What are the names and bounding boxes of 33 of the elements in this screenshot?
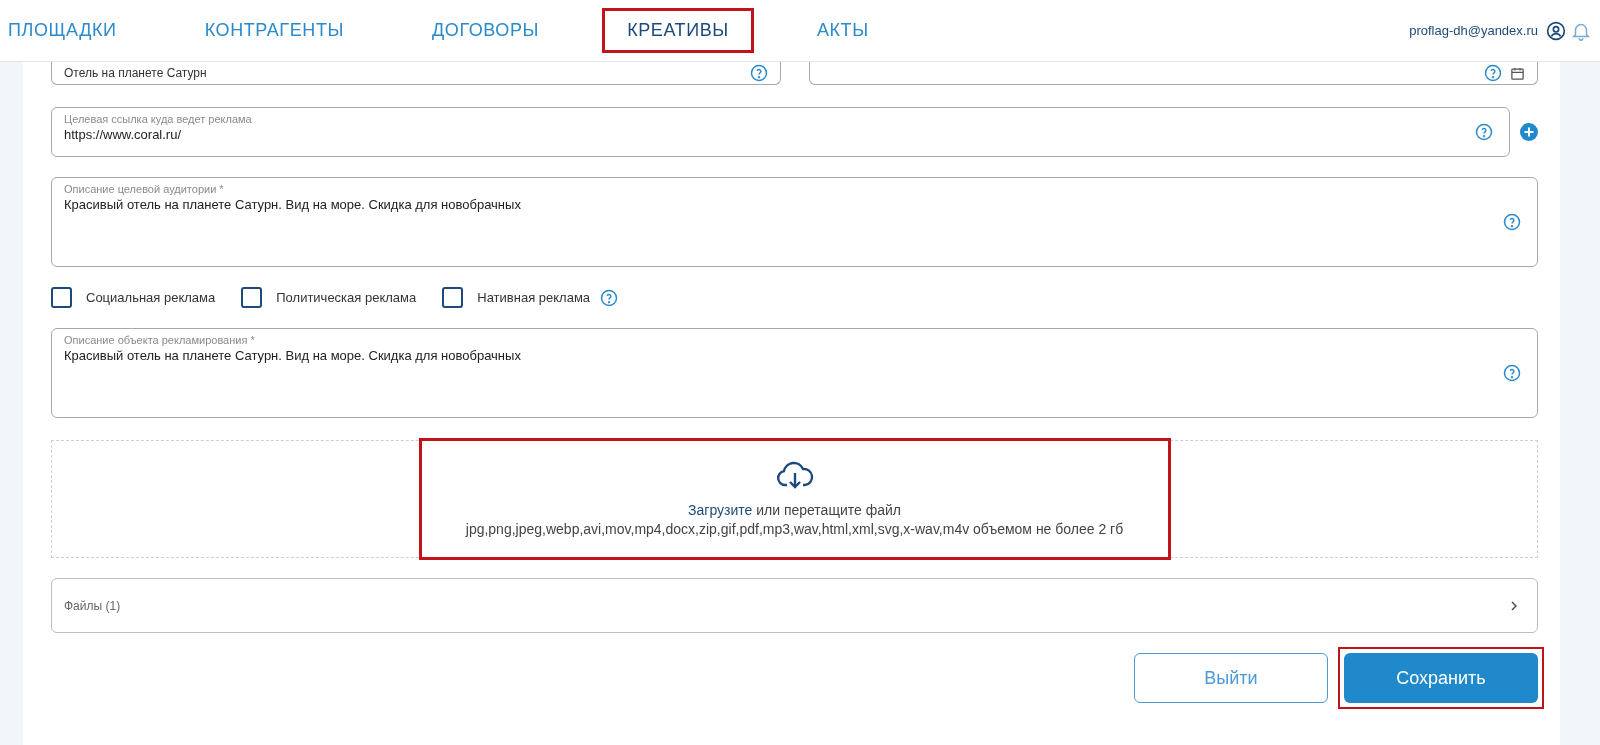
audience-textarea[interactable]: Описание целевой аудитории * Красивый отель на планете Сатурн. Вид на море. Скидка для новобрачных (51, 177, 1538, 267)
checkbox-label: Социальная реклама (86, 290, 216, 305)
nav-tab[interactable]: АКТЫ (794, 11, 891, 50)
nav-tab[interactable]: КОНТРАГЕНТЫ (182, 11, 367, 50)
help-icon[interactable] (1503, 213, 1521, 231)
nav-tab[interactable]: ПЛОЩАДКИ (8, 11, 139, 50)
help-icon[interactable] (1503, 364, 1521, 382)
user-icon[interactable] (1546, 20, 1566, 41)
checkbox[interactable] (51, 287, 72, 308)
help-icon[interactable] (600, 288, 619, 307)
nav-tab[interactable]: ДОГОВОРЫ (410, 11, 562, 50)
name-field[interactable]: Отель на планете Сатурн (51, 62, 781, 85)
nav-tab[interactable]: КРЕАТИВЫ (605, 11, 751, 50)
object-description-textarea[interactable]: Описание объекта рекламирования * Красивый отель на планете Сатурн. Вид на море. Скидка для новобрачных (51, 328, 1538, 418)
allowed-formats-text: jpg,png,jpeg,webp,avi,mov,mp4,docx,zip,gif,pdf,mp3,wav,html,xml,svg,x-wav,m4v объемом не более 2 гб (465, 521, 1124, 537)
user-email: proflag-dh@yandex.ru (1409, 23, 1538, 38)
upload-dropzone[interactable]: Загрузите или перетащите файл jpg,png,jpeg,webp,avi,mov,mp4,docx,zip,gif,pdf,mp3,wav,html,xml,svg,x-wav,m4v объемом не более 2 гб (51, 440, 1538, 558)
help-icon[interactable] (1484, 64, 1502, 82)
target-link-field[interactable]: Целевая ссылка куда ведет реклама https://www.coral.ru/ (51, 107, 1510, 157)
files-accordion[interactable]: Файлы (1) (51, 578, 1538, 633)
upload-instruction: Загрузите или перетащите файл (688, 502, 901, 518)
checkbox[interactable] (442, 287, 464, 308)
help-icon[interactable] (1475, 123, 1493, 141)
help-icon[interactable] (749, 64, 768, 82)
checkbox-label: Нативная реклама (477, 290, 591, 305)
checkbox[interactable] (241, 287, 263, 308)
date-field[interactable] (808, 62, 1538, 85)
add-icon[interactable] (1520, 123, 1538, 141)
upload-link[interactable]: Загрузите (688, 502, 753, 518)
save-button[interactable]: Сохранить (1344, 653, 1538, 703)
checkbox-label: Политическая реклама (276, 290, 417, 305)
cloud-download-icon (775, 461, 814, 491)
calendar-icon[interactable] (1510, 65, 1525, 81)
